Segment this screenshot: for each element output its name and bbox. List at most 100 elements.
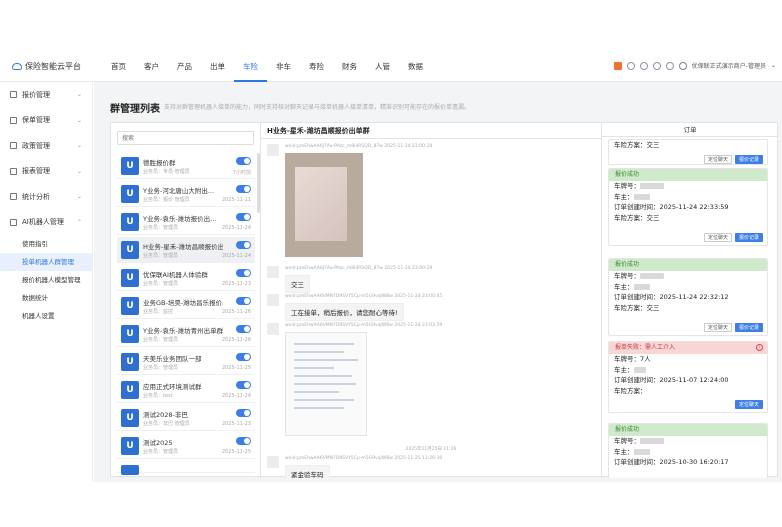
- robot-avatar-icon: U: [121, 241, 139, 259]
- group-search-input[interactable]: [117, 131, 254, 145]
- redacted-value: [633, 366, 646, 373]
- status-badge: 报价成功: [609, 169, 767, 181]
- nav-home[interactable]: 首页: [102, 52, 135, 82]
- chevron-down-icon[interactable]: ⌄: [771, 62, 776, 69]
- sidebar-group-quote[interactable]: 报价管理 ⌄: [0, 82, 92, 108]
- order-card: 报价成功 车牌号： 车主： 订单创建时间：2025-11-24 22:32:12…: [608, 258, 768, 336]
- page-description: 支持对群管理机器人接单的能力，同时支持核对聊天记录与接单机器人接单清单，精准识别…: [164, 104, 471, 111]
- list-item[interactable]: U 测试2028-非巴 业务员：非巴·管理员 2025-11-23: [117, 405, 255, 431]
- field-label: 车主：: [614, 365, 634, 374]
- locate-chat-button[interactable]: 定位聊天: [734, 400, 763, 409]
- group-toggle[interactable]: [236, 437, 251, 445]
- group-toggle[interactable]: [236, 157, 251, 165]
- list-item[interactable]: U Y业务-河北唐山大附出... 业务员：报价·管理员 2025-11-11: [117, 181, 255, 207]
- message-icon[interactable]: [665, 61, 674, 70]
- robot-avatar-icon: U: [121, 269, 139, 287]
- message-meta: wxid:pmEhwAA6J7Ax-PAzc_m8I4RSQD_87w 2025…: [285, 144, 433, 149]
- quote-record-button[interactable]: 报价记录: [734, 155, 763, 164]
- doc-line: [294, 367, 334, 369]
- quote-record-button[interactable]: 报价记录: [734, 233, 763, 242]
- order-field: 车主：: [609, 282, 767, 293]
- user-name[interactable]: 优保联正式演示商户-管理员: [692, 61, 766, 70]
- sidebar-item-data-stats[interactable]: 数据统计: [0, 289, 92, 307]
- list-item[interactable]: U 应用正式环境测试群 业务员：test 2025-11-24: [117, 377, 255, 403]
- nav-product[interactable]: 产品: [168, 52, 201, 82]
- group-list: U 德胜报价群业务员：专员·管理员 7小时前 U Y业务-河北唐山大附出... 业务员：…: [111, 123, 261, 478]
- nav-hr[interactable]: 人管: [366, 52, 399, 82]
- order-actions: 定位聊天 报价记录: [703, 323, 763, 332]
- group-name: Y业务-袁乐-潍坊报价出...: [143, 215, 217, 223]
- field-label: 车牌号：: [614, 182, 640, 190]
- nav-auto-insurance[interactable]: 车险: [234, 52, 267, 82]
- group-date: 2025-11-11: [221, 197, 251, 203]
- sidebar-item-guide[interactable]: 使用指引: [0, 235, 92, 253]
- help-icon[interactable]: [652, 61, 661, 70]
- sidebar-item-group-management[interactable]: 投单机器人群管理: [0, 253, 92, 271]
- list-item[interactable]: U Y业务-袁乐-潍坊报价出... 业务员：管理员 2025-11-24: [117, 209, 255, 235]
- group-panel: U 德胜报价群业务员：专员·管理员 7小时前 U Y业务-河北唐山大附出... 业务员：…: [110, 122, 778, 478]
- gift-icon[interactable]: [613, 61, 622, 70]
- group-toggle[interactable]: [236, 185, 251, 193]
- bell-icon[interactable]: [639, 61, 648, 70]
- order-field: 订单创建时间：2025-10-30 16:20:17: [614, 458, 729, 466]
- locate-chat-button[interactable]: 定位聊天: [703, 155, 732, 164]
- locate-chat-button[interactable]: 定位聊天: [703, 323, 732, 332]
- group-sub: 业务员：报价·管理员: [143, 197, 190, 203]
- group-toggle[interactable]: [236, 241, 251, 249]
- sidebar-item-robot-settings[interactable]: 机器人设置: [0, 307, 92, 325]
- group-toggle[interactable]: [236, 269, 251, 277]
- list-item[interactable]: U 业务GB-培昊-潍坊昌乐报价出... 业务员：监控 2025-11-26: [117, 293, 255, 319]
- group-toggle[interactable]: [236, 297, 251, 305]
- list-item[interactable]: U 德胜报价群 业务员：专员·管理员 7小时前: [117, 153, 255, 179]
- order-field: 车险方案：交三: [614, 303, 660, 312]
- sidebar-group-report[interactable]: 报表管理 ⌄: [0, 159, 92, 185]
- robot-avatar-icon: [121, 465, 139, 475]
- group-toggle[interactable]: [236, 409, 251, 417]
- nav-life[interactable]: 寿险: [300, 52, 333, 82]
- list-item[interactable]: U 测试2025 业务员：管理员 2025-11-25: [117, 433, 255, 459]
- group-toggle[interactable]: [236, 213, 251, 221]
- order-field: 订单创建时间：2025-11-24 22:33:59: [614, 203, 729, 211]
- order-field: 车主：: [609, 192, 767, 203]
- settings-icon[interactable]: [626, 61, 635, 70]
- warning-icon: !: [756, 344, 763, 351]
- list-item[interactable]: U Y业务-袁乐-潍坊青州出单群 业务员：管理员 2025-11-26: [117, 321, 255, 347]
- order-card: 车险方案：交三 定位聊天 报价记录: [608, 139, 768, 165]
- sidebar-group-label: 保单管理: [22, 116, 50, 125]
- sidebar-item-model-management[interactable]: 报价机器人模型管理: [0, 271, 92, 289]
- group-toggle[interactable]: [236, 353, 251, 361]
- quote-record-button[interactable]: 报价记录: [734, 323, 763, 332]
- sidebar-group-ai-robot[interactable]: AI机器人管理 ⌃: [0, 210, 92, 236]
- nav-customer[interactable]: 客户: [135, 52, 168, 82]
- logo[interactable]: 保险智能云平台: [12, 61, 81, 72]
- list-item[interactable]: U 天美乐业务团队一部 业务员：管理员 2025-11-25: [117, 349, 255, 375]
- list-item[interactable]: U 优保联AI机器人体验群 业务员：管理员 2025-11-23: [117, 265, 255, 291]
- sidebar-group-rules[interactable]: 政策管理 ⌄: [0, 133, 92, 159]
- nav-data[interactable]: 数据: [399, 52, 432, 82]
- list-item[interactable]: U H业务-星禾-潍坊昌顺报价出... 业务员：管理员 2025-11-24: [117, 237, 255, 263]
- redacted-value: [640, 273, 664, 279]
- sidebar-group-stats[interactable]: 统计分析 ⌄: [0, 184, 92, 210]
- locate-chat-button[interactable]: 定位聊天: [703, 233, 732, 242]
- group-list-scrollbar[interactable]: [257, 153, 260, 213]
- chevron-down-icon: ⌄: [76, 91, 82, 98]
- sidebar: 报价管理 ⌄ 保单管理 ⌄ 政策管理 ⌄ 报表管理 ⌄ 统计分析 ⌄ AI机器人管理 ⌃ 使…: [0, 82, 93, 482]
- robot-avatar-icon: U: [121, 213, 139, 231]
- message-image[interactable]: [285, 153, 363, 257]
- avatar: [267, 323, 279, 335]
- group-toggle[interactable]: [236, 381, 251, 389]
- robot-avatar-icon: U: [121, 381, 139, 399]
- group-toggle[interactable]: [236, 325, 251, 333]
- nav-issue[interactable]: 出单: [201, 52, 234, 82]
- nav-finance[interactable]: 财务: [333, 52, 366, 82]
- list-item[interactable]: [117, 461, 255, 475]
- group-sub: 业务员：管理员: [143, 253, 179, 259]
- sidebar-group-policy[interactable]: 保单管理 ⌄: [0, 108, 92, 134]
- avatar: [267, 266, 279, 278]
- user-icon[interactable]: [678, 61, 687, 70]
- page-title: 群管理列表: [110, 104, 160, 115]
- message-document-image[interactable]: [285, 332, 367, 436]
- group-name: 测试2028-非巴: [143, 411, 188, 419]
- order-header: 订单: [602, 123, 777, 137]
- nav-non-auto[interactable]: 非车: [267, 52, 300, 82]
